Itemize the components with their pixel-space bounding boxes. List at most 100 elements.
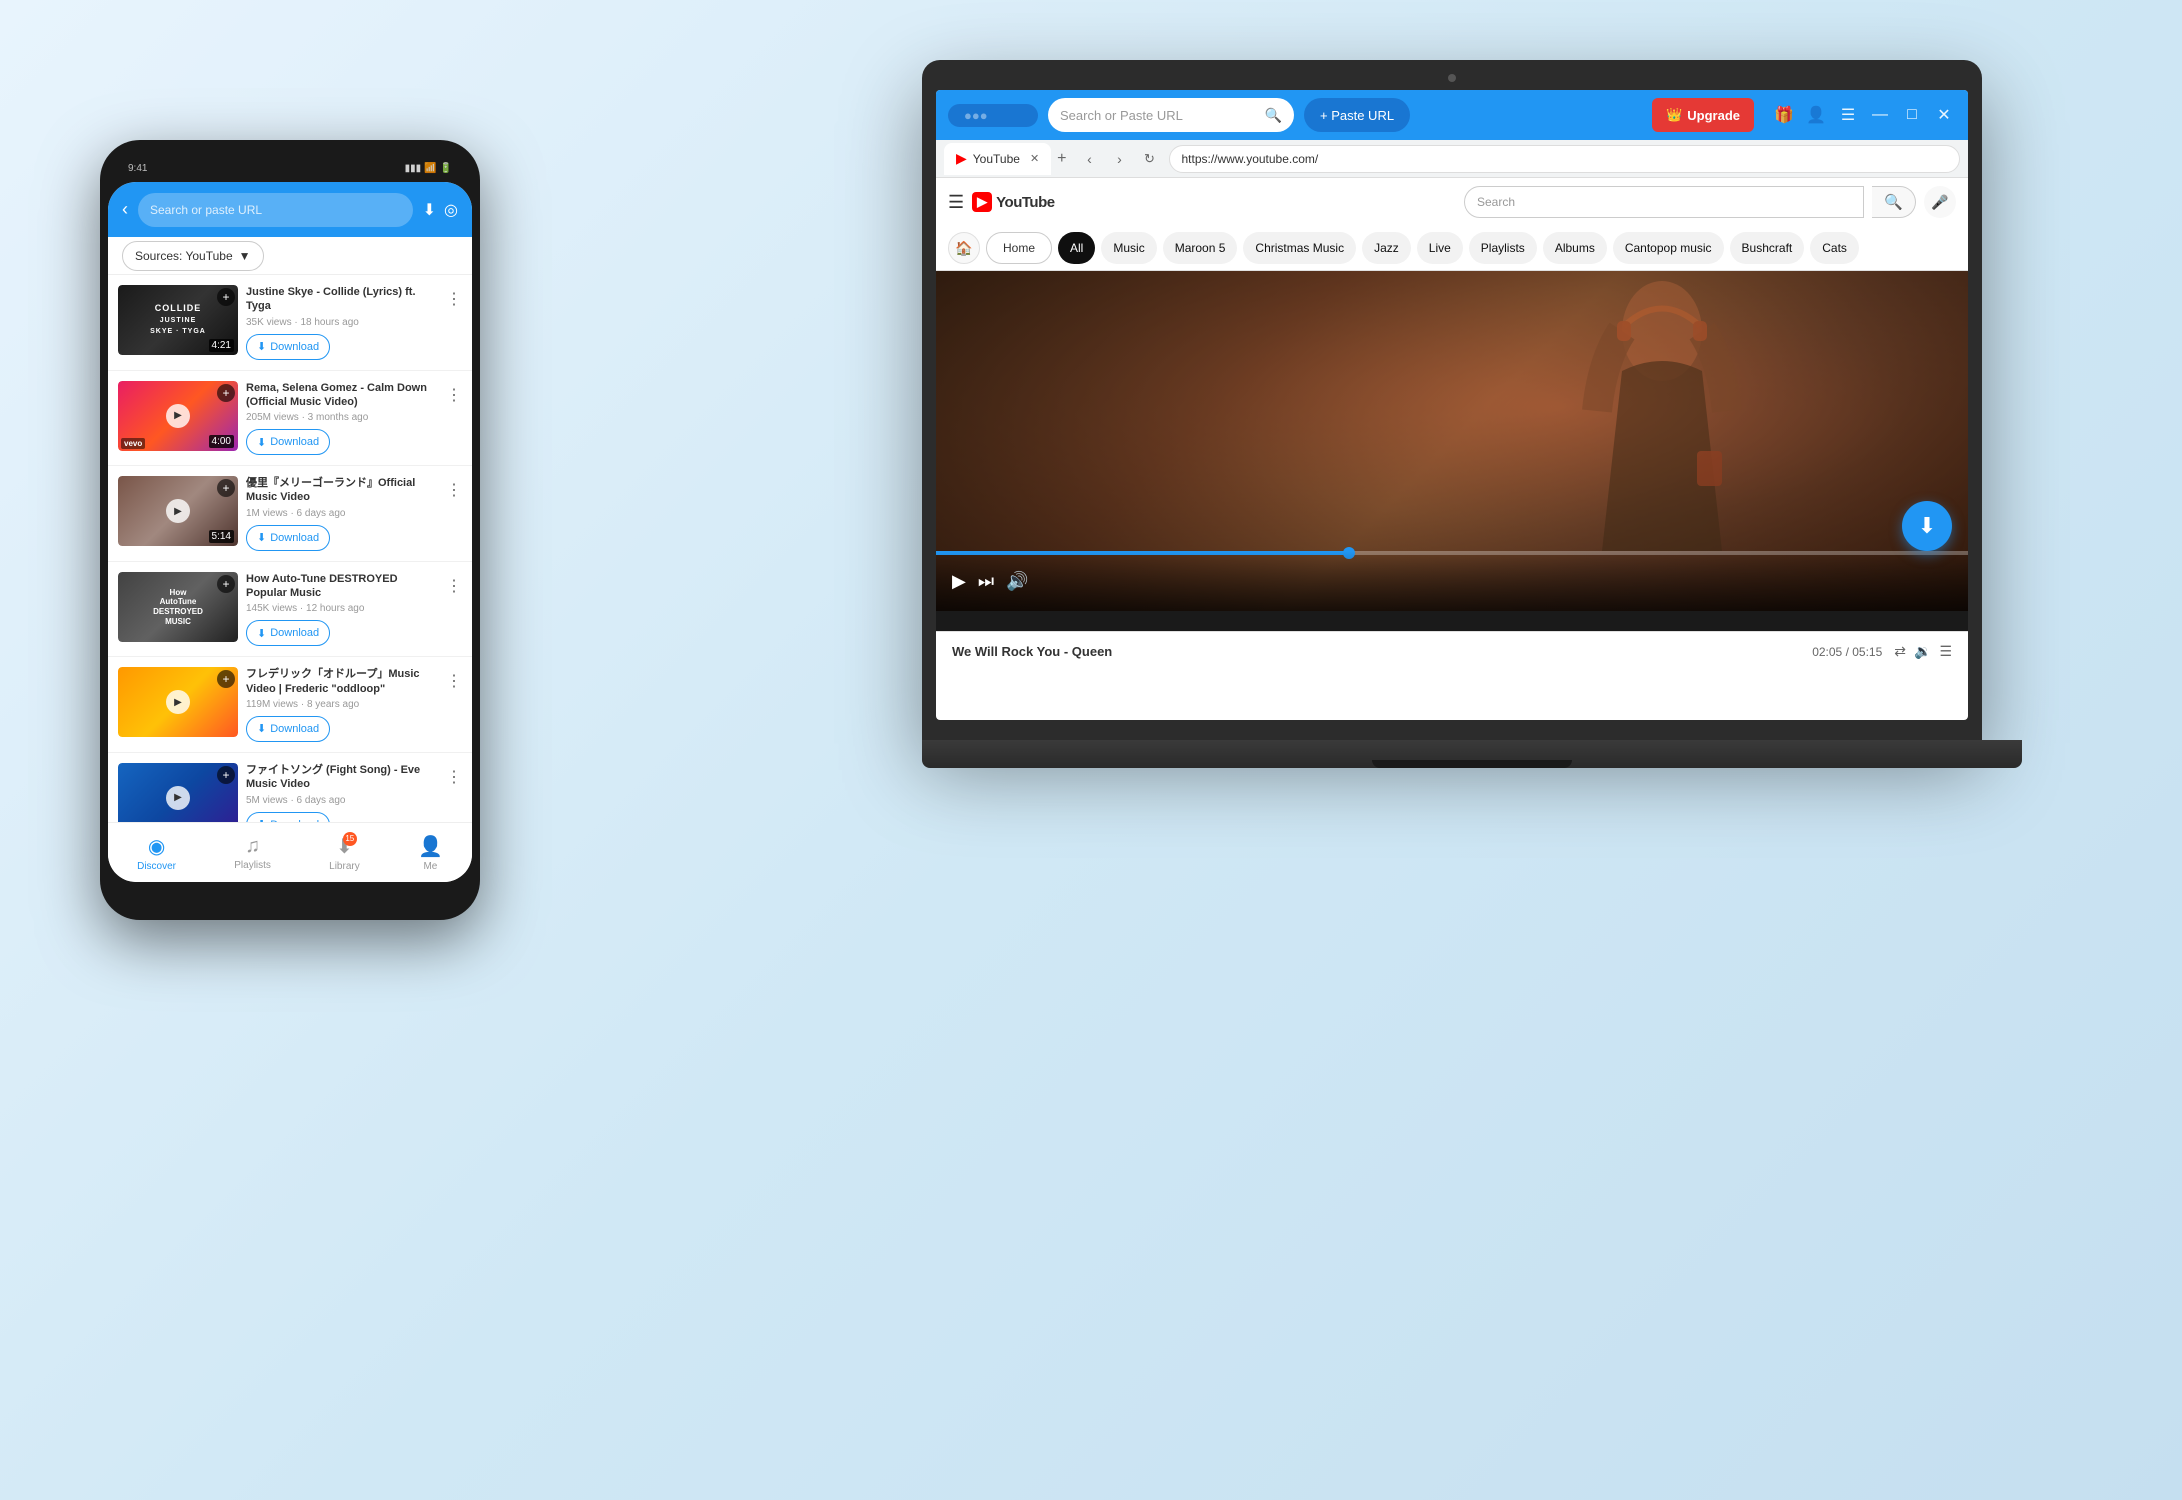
more-options-4[interactable]: ⋮ [446,572,462,596]
tab-close-button[interactable]: ✕ [1030,152,1039,165]
thumb-duration-2: 4:00 [209,435,234,448]
browser-nav: ‹ › ↻ [1077,146,1163,172]
gift-icon[interactable]: 🎁 [1772,103,1796,127]
phone-back-button[interactable]: ‹ [122,199,128,220]
forward-button[interactable]: › [1107,146,1133,172]
maximize-icon[interactable]: □ [1900,103,1924,127]
list-item: ▶ + ファイトソング (Fight Song) - Eve Music Vid… [108,753,472,822]
chip-maroon5[interactable]: Maroon 5 [1163,232,1238,264]
yt-main-content: ▶ ⏭ 🔊 ⬇ We Will R [936,271,1968,720]
thumb-add-button-2[interactable]: + [217,384,235,402]
more-options-2[interactable]: ⋮ [446,381,462,405]
playlists-label: Playlists [234,860,271,871]
nav-item-playlists[interactable]: ♫ Playlists [234,835,271,871]
more-options-6[interactable]: ⋮ [446,763,462,787]
app-search-bar[interactable]: Search or Paste URL 🔍 [1048,98,1294,132]
video-title-5: フレデリック「オドループ」Music Video | Frederic "odd… [246,667,438,696]
playback-time: 02:05 / 05:15 [1812,645,1882,659]
skip-button[interactable]: ⏭ [978,571,994,592]
yt-header: ☰ ▶ YouTube Search 🔍 🎤 [936,178,1968,226]
download-button-5[interactable]: ⬇ Download [246,716,330,742]
chip-christmas[interactable]: Christmas Music [1243,232,1356,264]
thumb-add-button-1[interactable]: + [217,288,235,306]
home-label[interactable]: Home [986,232,1052,264]
thumb-play-5[interactable]: ▶ [166,690,190,714]
chip-cats[interactable]: Cats [1810,232,1859,264]
yt-search-button[interactable]: 🔍 [1872,186,1916,218]
menu-icon[interactable]: ☰ [1836,103,1860,127]
video-thumbnail-6: ▶ + [118,763,238,822]
phone-search-bar[interactable]: Search or paste URL [138,193,413,227]
phone-app-header: ‹ Search or paste URL ⬇ ◎ [108,182,472,237]
video-meta-5: 119M views · 8 years ago [246,699,438,710]
thumb-play-3[interactable]: ▶ [166,499,190,523]
minimize-icon[interactable]: — [1868,103,1892,127]
yt-mic-button[interactable]: 🎤 [1924,186,1956,218]
download-icon-2: ⬇ [257,436,266,449]
video-info-3: 優里『メリーゴーランド』Official Music Video 1M view… [246,476,438,551]
phone-discover-icon[interactable]: ◎ [444,200,458,220]
discover-label: Discover [137,861,176,872]
thumb-duration-3: 5:14 [209,530,234,543]
nav-item-discover[interactable]: ◉ Discover [137,834,176,872]
more-options-5[interactable]: ⋮ [446,667,462,691]
download-icon-1: ⬇ [257,340,266,353]
chip-bushcraft[interactable]: Bushcraft [1730,232,1805,264]
signal-icon: ▮▮▮ [405,163,422,174]
thumb-play-2[interactable]: ▶ [166,404,190,428]
chip-albums[interactable]: Albums [1543,232,1607,264]
download-button-2[interactable]: ⬇ Download [246,429,330,455]
more-options-1[interactable]: ⋮ [446,285,462,309]
app-logo: ●●● [948,104,1038,127]
now-playing-title: We Will Rock You - Queen [952,644,1112,659]
user-icon[interactable]: 👤 [1804,103,1828,127]
laptop-screen: ●●● Search or Paste URL 🔍 + Paste URL 👑 … [936,90,1968,720]
download-button-1[interactable]: ⬇ Download [246,334,330,360]
library-badge: 15 [343,832,357,846]
queue-icon[interactable]: ☰ [1939,643,1952,660]
download-button-3[interactable]: ⬇ Download [246,525,330,551]
thumb-add-button-4[interactable]: + [217,575,235,593]
shuffle-icon[interactable]: ⇄ [1894,643,1906,660]
download-button-4[interactable]: ⬇ Download [246,620,330,646]
video-title-2: Rema, Selena Gomez - Calm Down (Official… [246,381,438,410]
thumb-play-6[interactable]: ▶ [166,786,190,810]
nav-item-library[interactable]: ⬇ 15 Library [329,834,360,872]
download-button-6[interactable]: ⬇ Download [246,812,330,822]
nav-item-me[interactable]: 👤 Me [418,834,443,872]
volume-icon-2[interactable]: 🔉 [1914,643,1931,660]
chip-playlists[interactable]: Playlists [1469,232,1537,264]
phone-header-icons: ⬇ ◎ [423,200,458,220]
thumb-add-button-6[interactable]: + [217,766,235,784]
chip-all[interactable]: All [1058,232,1095,264]
browser-tab-youtube[interactable]: ▶ YouTube ✕ [944,143,1051,175]
chip-music[interactable]: Music [1101,232,1156,264]
video-title-1: Justine Skye - Collide (Lyrics) ft. Tyga [246,285,438,314]
phone-download-icon[interactable]: ⬇ [423,200,436,220]
tab-add-button[interactable]: + [1057,150,1066,168]
more-options-3[interactable]: ⋮ [446,476,462,500]
player-bottom-bar: We Will Rock You - Queen 02:05 / 05:15 ⇄… [936,631,1968,671]
yt-hamburger-icon[interactable]: ☰ [948,192,964,213]
home-button[interactable]: 🏠 [948,232,980,264]
close-icon[interactable]: ✕ [1932,103,1956,127]
play-button[interactable]: ▶ [952,571,966,592]
discover-icon: ◉ [148,834,165,859]
video-info-6: ファイトソング (Fight Song) - Eve Music Video 5… [246,763,438,822]
sources-dropdown-icon: ▼ [239,249,251,263]
yt-search-bar[interactable]: Search [1464,186,1864,218]
volume-button[interactable]: 🔊 [1006,571,1028,592]
chip-cantopop[interactable]: Cantopop music [1613,232,1724,264]
paste-url-button[interactable]: + Paste URL [1304,98,1410,132]
phone-status-bar: 9:41 ▮▮▮ 📶 🔋 [108,154,472,182]
video-thumbnail-5: ▶ + [118,667,238,737]
download-fab[interactable]: ⬇ [1902,501,1952,551]
chip-live[interactable]: Live [1417,232,1463,264]
sources-dropdown[interactable]: Sources: YouTube ▼ [122,241,264,271]
back-button[interactable]: ‹ [1077,146,1103,172]
upgrade-button[interactable]: 👑 Upgrade [1652,98,1754,132]
refresh-button[interactable]: ↻ [1137,146,1163,172]
chip-jazz[interactable]: Jazz [1362,232,1411,264]
url-bar[interactable]: https://www.youtube.com/ [1169,145,1961,173]
search-icon: 🔍 [1265,107,1282,124]
